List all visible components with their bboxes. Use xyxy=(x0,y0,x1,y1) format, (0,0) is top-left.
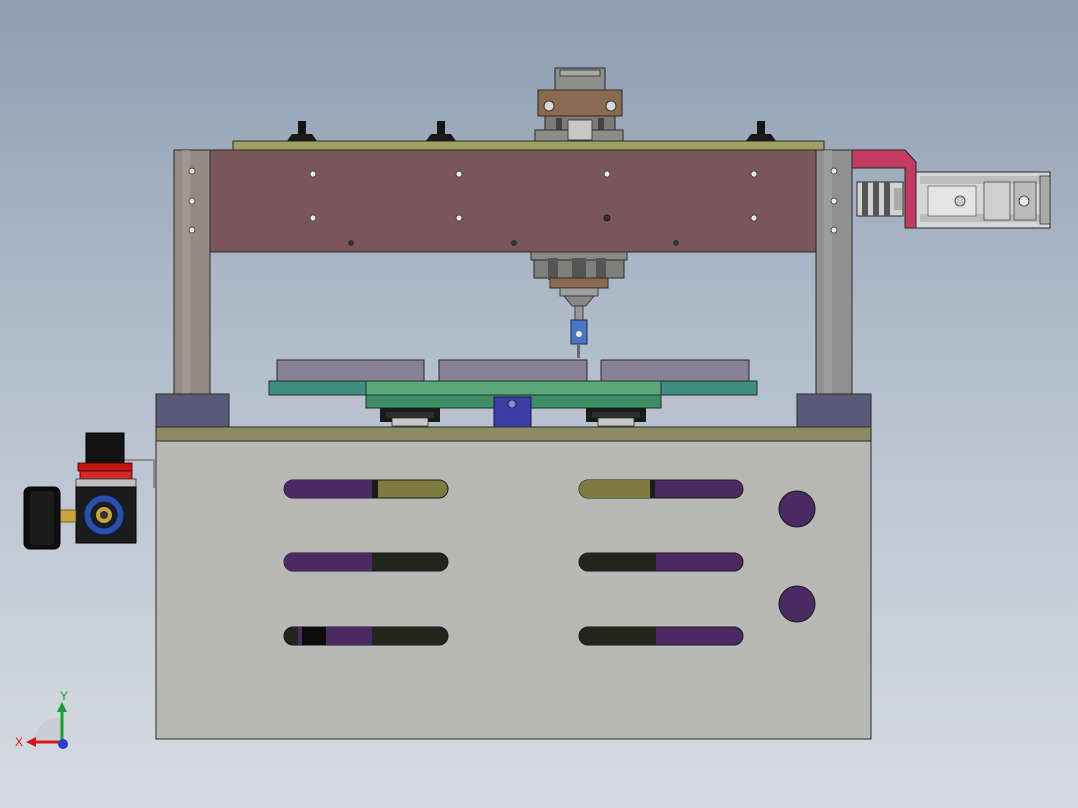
slot-left-3 xyxy=(283,626,449,646)
slot-left-2 xyxy=(283,552,449,572)
frame-column-left xyxy=(173,149,211,396)
press-head-assembly xyxy=(530,251,628,321)
center-stop-block xyxy=(493,396,532,428)
cad-viewport[interactable]: Y X xyxy=(0,0,1078,808)
column-foot-right xyxy=(796,393,872,429)
side-cylinder xyxy=(915,171,1051,229)
fixture-blocks xyxy=(276,359,750,383)
clamp-handle-middle[interactable] xyxy=(426,121,456,141)
base-top-strip xyxy=(155,426,872,442)
top-cylinder-assembly xyxy=(534,67,624,143)
start-button-lower[interactable] xyxy=(778,585,816,623)
top-plate xyxy=(232,140,825,151)
column-foot-left xyxy=(155,393,230,429)
triad-label-y: Y xyxy=(60,689,68,703)
probe-tip xyxy=(570,319,588,358)
clamp-handle-right[interactable] xyxy=(746,121,776,141)
linear-guide-left xyxy=(380,408,440,427)
slot-right-1 xyxy=(578,479,744,499)
linear-guide-right xyxy=(586,408,646,427)
pressure-gauge xyxy=(23,486,61,550)
frame-column-right xyxy=(815,149,853,396)
clamp-handle-left[interactable] xyxy=(287,121,317,141)
slot-right-3 xyxy=(578,626,744,646)
triad-label-x: X xyxy=(15,735,23,749)
slot-right-2 xyxy=(578,552,744,572)
fixture-slide-plate xyxy=(365,380,662,396)
coordinate-triad-icon: Y X xyxy=(15,689,68,749)
frame-crossbeam xyxy=(209,149,817,253)
flexible-coupling xyxy=(856,181,904,217)
slot-left-1 xyxy=(283,479,449,499)
base-body xyxy=(155,440,872,740)
start-button-upper[interactable] xyxy=(778,490,816,528)
air-regulator[interactable] xyxy=(57,432,155,544)
